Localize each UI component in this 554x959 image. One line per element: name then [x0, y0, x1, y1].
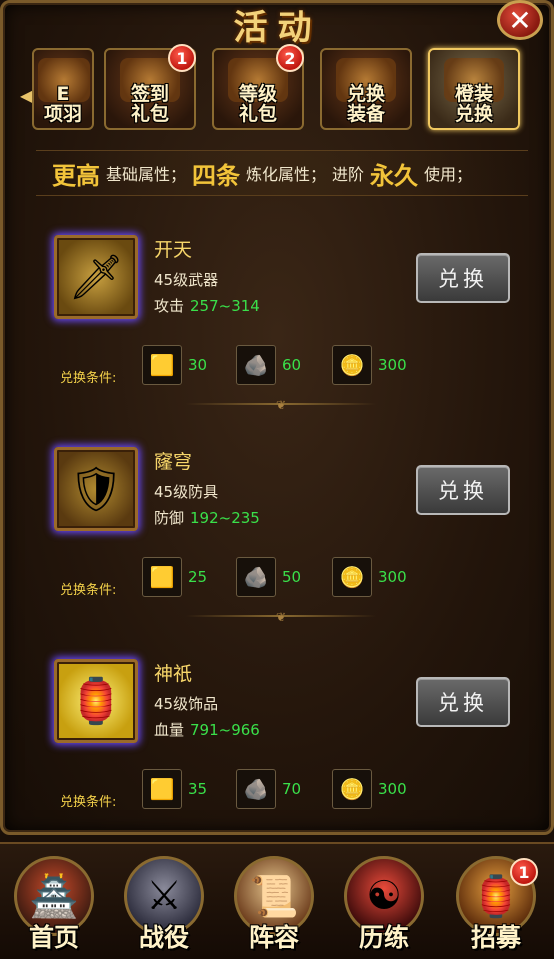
bottom-nav: 🏯 首页 ⚔ 战役 📜 阵容 ☯ 历练 🏮 招募 1	[0, 842, 554, 959]
item-stat: 防御 192~235	[154, 507, 260, 528]
tab-label: 等级 礼包	[238, 83, 277, 125]
armor-icon[interactable]: 🛡	[54, 447, 138, 531]
tab-orange-exchange[interactable]: 橙装 兑换	[428, 48, 520, 130]
nav-label: 招募	[470, 923, 521, 952]
tab-label: 签到 礼包	[130, 83, 169, 125]
gold-ingot-icon: 🪙	[332, 769, 372, 809]
banner-text: 进阶	[332, 165, 365, 184]
ornament-icon: ❦	[275, 610, 287, 624]
banner-text: 基础属性；	[106, 165, 187, 184]
stat-label: 攻击	[154, 297, 185, 315]
stat-value: 192~235	[190, 509, 260, 527]
notification-badge: 1	[168, 44, 196, 72]
banner-highlight: 永久	[370, 161, 419, 190]
iron-material-icon: 🪨	[236, 557, 276, 597]
jade-material-icon: 🟨	[142, 557, 182, 597]
item-type: 45级饰品	[154, 695, 219, 713]
tab-xiangyu[interactable]: E 项羽	[32, 48, 94, 130]
tab-label: 橙装 兑换	[454, 83, 493, 125]
nav-recruit[interactable]: 🏮 招募 1	[448, 852, 544, 958]
chevron-left-icon[interactable]: ◀	[20, 86, 32, 105]
item-stat: 攻击 257~314	[154, 295, 260, 316]
list-item: 🛡 窿穹 45级防具 防御 192~235 兑换 兑换条件: 🟨 25 🪨 50 …	[36, 417, 528, 629]
sword-icon[interactable]: 🗡	[54, 235, 138, 319]
condition-label: 兑换条件:	[60, 583, 117, 598]
material-count: 300	[378, 780, 407, 798]
iron-material-icon: 🪨	[236, 769, 276, 809]
jade-material-icon: 🟨	[142, 769, 182, 809]
banner-highlight: 四条	[192, 161, 241, 190]
list-item: 🗡 开天 45级武器 攻击 257~314 兑换 兑换条件: 🟨 30 🪨 60 …	[36, 205, 528, 417]
condition-label: 兑换条件:	[60, 795, 117, 810]
item-type: 45级武器	[154, 271, 219, 289]
stat-label: 防御	[154, 509, 185, 527]
exchange-button[interactable]: 兑换	[416, 677, 510, 727]
stat-value: 791~966	[190, 721, 260, 739]
item-type: 45级防具	[154, 483, 219, 501]
close-icon: ✕	[508, 3, 532, 37]
item-name: 窿穹	[154, 451, 193, 473]
nav-lineup[interactable]: 📜 阵容	[226, 852, 322, 958]
exchange-list[interactable]: 🗡 开天 45级武器 攻击 257~314 兑换 兑换条件: 🟨 30 🪨 60 …	[36, 205, 528, 810]
nav-label: 战役	[138, 923, 189, 952]
ornament-icon: ❦	[275, 398, 287, 412]
gold-ingot-icon: 🪙	[332, 557, 372, 597]
tab-label: 兑换 装备	[346, 83, 385, 125]
close-button[interactable]: ✕	[497, 0, 543, 40]
exchange-button[interactable]: 兑换	[416, 465, 510, 515]
panel-title: 活动	[233, 8, 322, 48]
nav-label: 历练	[358, 923, 409, 952]
exchange-button[interactable]: 兑换	[416, 253, 510, 303]
promo-banner: 更高 基础属性； 四条 炼化属性； 进阶 永久 使用；	[36, 150, 528, 196]
item-name: 神祇	[154, 663, 193, 685]
nav-campaign[interactable]: ⚔ 战役	[116, 852, 212, 958]
material-count: 30	[188, 356, 208, 374]
tab-exchange-equip[interactable]: 兑换 装备	[320, 48, 412, 130]
gold-ingot-icon: 🪙	[332, 345, 372, 385]
item-stat: 血量 791~966	[154, 719, 260, 740]
material-count: 300	[378, 568, 407, 586]
nav-home[interactable]: 🏯 首页	[6, 852, 102, 958]
list-item: 🏮 神祇 45级饰品 血量 791~966 兑换 兑换条件: 🟨 35 🪨 70 …	[36, 629, 528, 810]
accessory-icon[interactable]: 🏮	[54, 659, 138, 743]
item-name: 开天	[154, 239, 193, 261]
nav-label: 首页	[28, 923, 79, 952]
notification-badge: 2	[276, 44, 304, 72]
stat-label: 血量	[154, 721, 185, 739]
notification-badge: 1	[510, 858, 538, 886]
material-count: 70	[282, 780, 302, 798]
jade-material-icon: 🟨	[142, 345, 182, 385]
tab-strip: ◀ E 项羽 签到 礼包 等级 礼包 兑换 装备 橙装 兑换 1 2	[18, 44, 538, 133]
material-count: 300	[378, 356, 407, 374]
banner-highlight: 更高	[52, 161, 100, 190]
nav-training[interactable]: ☯ 历练	[336, 852, 432, 958]
material-count: 60	[282, 356, 302, 374]
material-count: 25	[188, 568, 208, 586]
condition-label: 兑换条件:	[60, 371, 117, 386]
banner-text: 使用；	[424, 165, 473, 184]
nav-label: 阵容	[248, 923, 299, 952]
iron-material-icon: 🪨	[236, 345, 276, 385]
banner-text: 炼化属性；	[246, 165, 327, 184]
material-count: 50	[282, 568, 302, 586]
material-count: 35	[188, 780, 208, 798]
stat-value: 257~314	[190, 297, 260, 315]
tab-label: E 项羽	[43, 83, 82, 125]
